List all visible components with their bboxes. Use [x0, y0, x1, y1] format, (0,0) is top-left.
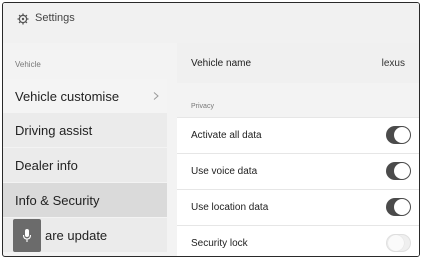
toggle-label: Activate all data — [191, 130, 262, 141]
use-voice-data-row: Use voice data — [177, 153, 419, 189]
microphone-icon — [22, 228, 32, 242]
gear-icon — [17, 13, 29, 25]
sidebar-item-label: are update — [45, 227, 108, 243]
toggle-knob — [394, 163, 410, 179]
voice-button[interactable] — [13, 219, 41, 252]
sidebar-item-vehicle-customise[interactable]: Vehicle customise — [3, 79, 167, 113]
use-voice-data-toggle[interactable] — [386, 162, 411, 180]
vehicle-name-value: lexus — [381, 57, 405, 69]
use-location-data-toggle[interactable] — [386, 198, 411, 216]
toggle-knob — [388, 235, 404, 251]
chevron-right-icon — [153, 92, 159, 100]
page-title: Settings — [35, 12, 75, 24]
sidebar-item-label: Dealer info — [15, 157, 78, 173]
activate-all-data-toggle[interactable] — [386, 126, 411, 144]
sidebar-item-label: Driving assist — [15, 122, 93, 138]
security-lock-row: Security lock — [177, 225, 419, 256]
privacy-section-label: Privacy — [191, 103, 214, 110]
toggle-label: Use voice data — [191, 166, 258, 177]
sidebar-item-dealer-info[interactable]: Dealer info — [3, 148, 167, 182]
vehicle-name-label: Vehicle name — [191, 57, 252, 69]
use-location-data-row: Use location data — [177, 189, 419, 225]
header-bar: Settings — [3, 3, 419, 43]
vehicle-name-row[interactable]: Vehicle name lexus — [177, 43, 419, 83]
sidebar-item-label: Vehicle customise — [15, 88, 120, 104]
sidebar-item-label: Info & Security — [15, 192, 100, 208]
security-lock-toggle[interactable] — [386, 234, 411, 252]
toggle-knob — [394, 199, 410, 215]
activate-all-data-row: Activate all data — [177, 117, 419, 153]
toggle-label: Use location data — [191, 202, 269, 213]
toggle-label: Security lock — [191, 238, 248, 249]
sidebar-item-info-security[interactable]: Info & Security — [3, 183, 167, 217]
main-panel: Vehicle name lexus Privacy Activate all … — [177, 43, 419, 256]
sidebar-item-driving-assist[interactable]: Driving assist — [3, 113, 167, 147]
toggle-knob — [394, 127, 410, 143]
sidebar-section-label: Vehicle — [15, 60, 41, 69]
settings-screen: Settings Vehicle Vehicle customise Drivi… — [2, 2, 420, 257]
